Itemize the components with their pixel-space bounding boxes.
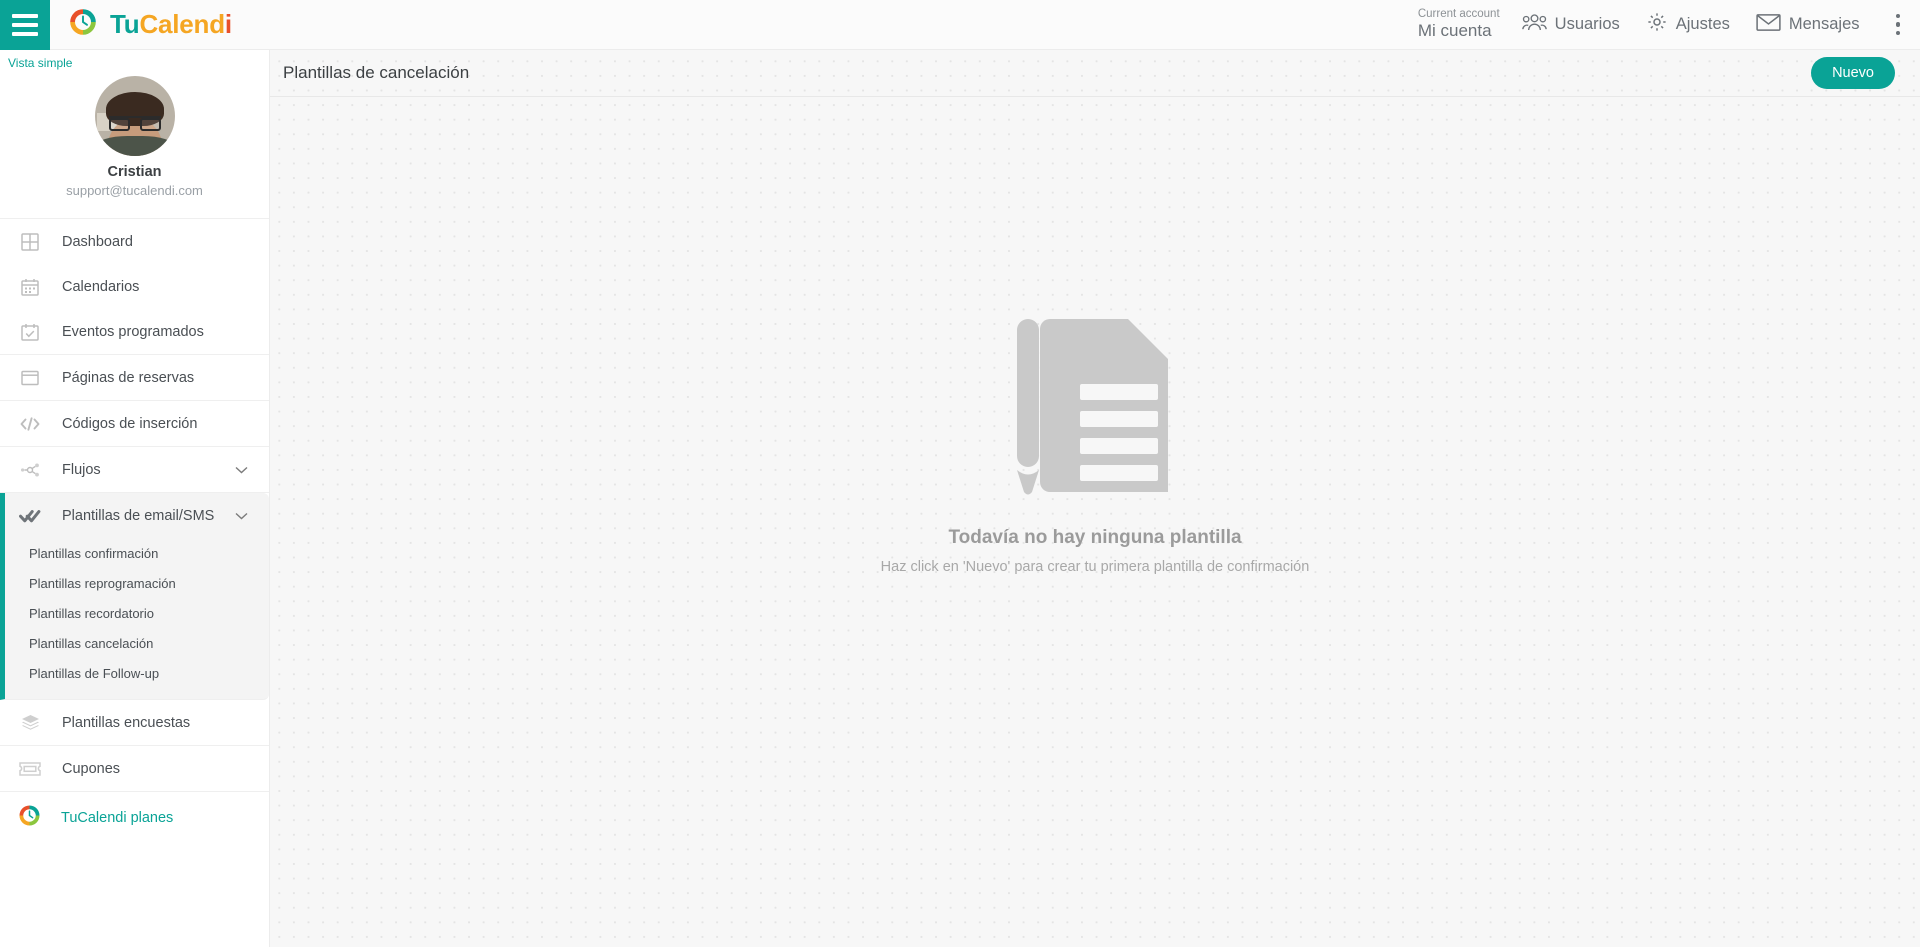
sidebar-item-cupones[interactable]: Cupones (0, 746, 269, 791)
sidebar-item-label: Páginas de reservas (62, 369, 195, 386)
kebab-menu-icon[interactable] (1886, 8, 1911, 42)
sidebar-item-tucalendi-planes[interactable]: TuCalendi planes (0, 792, 269, 844)
kebab-dot (1895, 13, 1900, 19)
sidebar-subitem-plantillas-cancelacion[interactable]: Plantillas cancelación (5, 628, 269, 658)
sidebar-item-label: TuCalendi planes (61, 810, 174, 826)
sidebar-subitem-plantillas-recordatorio[interactable]: Plantillas recordatorio (5, 598, 269, 628)
sidebar-group-embed: Códigos de inserción (0, 401, 269, 447)
calendar-icon (17, 278, 43, 296)
sidebar: Vista simple Cristian support@tucalendi.… (0, 50, 270, 947)
sidebar-item-codigos-de-insercion[interactable]: Códigos de inserción (0, 401, 269, 446)
empty-state-title: Todavía no hay ninguna plantilla (948, 527, 1242, 548)
main-content: Plantillas de cancelación Nuevo Todavía … (270, 50, 1920, 947)
brand-wordmark: TuCalendi (110, 9, 232, 40)
brand-part-3: i (224, 9, 232, 39)
simple-view-link[interactable]: Vista simple (0, 50, 269, 70)
topbar-item-usuarios[interactable]: Usuarios (1521, 13, 1620, 37)
double-check-icon (17, 508, 43, 524)
brand-part-2: Calend (139, 9, 225, 39)
layers-icon (17, 714, 43, 731)
sidebar-item-label: Calendarios (62, 278, 140, 295)
browser-window-icon (17, 370, 43, 386)
sidebar-group-primary: Dashboard Calendarios Eventos programado… (0, 219, 269, 355)
sidebar-item-plantillas-de-email-sms[interactable]: Plantillas de email/SMS (5, 493, 269, 538)
current-account[interactable]: Current account Mi cuenta (1418, 8, 1500, 41)
sidebar-item-plantillas-encuestas[interactable]: Plantillas encuestas (0, 700, 269, 745)
empty-state-subtitle: Haz click en 'Nuevo' para crear tu prime… (880, 559, 1310, 575)
sidebar-item-flujos[interactable]: Flujos (0, 447, 269, 492)
sidebar-item-calendarios[interactable]: Calendarios (0, 264, 269, 309)
sidebar-profile: Cristian support@tucalendi.com (0, 70, 269, 219)
page-title: Plantillas de cancelación (283, 63, 470, 82)
sidebar-item-label: Plantillas encuestas (62, 714, 191, 731)
avatar[interactable] (94, 76, 175, 156)
grid-icon (17, 232, 43, 251)
new-button[interactable]: Nuevo (1811, 57, 1895, 89)
sidebar-group-flujos: Flujos (0, 447, 269, 493)
sidebar-group-cupones: Cupones (0, 746, 269, 792)
kebab-dot (1895, 22, 1900, 27)
sidebar-group-encuestas: Plantillas encuestas (0, 700, 269, 746)
tucalendi-logo-icon (67, 6, 99, 43)
sidebar-item-label: Eventos programados (62, 323, 204, 340)
profile-name: Cristian (107, 164, 162, 180)
gear-icon (1646, 11, 1668, 38)
sidebar-subitem-plantillas-confirmacion[interactable]: Plantillas confirmación (5, 538, 269, 568)
sidebar-item-label: Plantillas de email/SMS (62, 507, 215, 524)
chevron-down-icon[interactable] (235, 461, 248, 479)
tucalendi-logo-icon (17, 803, 42, 833)
flow-nodes-icon (17, 462, 43, 478)
topbar-right-group: Current account Mi cuenta Usuarios Ajust… (1418, 8, 1920, 42)
sidebar-item-label: Dashboard (62, 233, 133, 250)
current-account-label: Current account (1417, 8, 1500, 21)
avatar-body (95, 136, 174, 156)
sidebar-section-plantillas-email-sms: Plantillas de email/SMS Plantillas confi… (0, 493, 269, 700)
empty-state: Todavía no hay ninguna plantilla Haz cli… (270, 97, 1920, 575)
sidebar-item-dashboard[interactable]: Dashboard (0, 219, 269, 264)
topbar-item-label: Ajustes (1675, 15, 1730, 33)
brand-part-1: Tu (110, 9, 140, 39)
document-with-pencil-icon (1000, 312, 1190, 507)
code-brackets-icon (17, 416, 43, 432)
hamburger-bar (12, 22, 38, 27)
topbar-item-mensajes[interactable]: Mensajes (1756, 13, 1860, 37)
sidebar-subitems: Plantillas confirmación Plantillas repro… (5, 538, 269, 699)
sidebar-item-label: Códigos de inserción (62, 415, 198, 432)
profile-email: support@tucalendi.com (66, 183, 203, 198)
ticket-icon (17, 761, 43, 776)
main-header: Plantillas de cancelación Nuevo (270, 50, 1920, 97)
sidebar-item-paginas-de-reservas[interactable]: Páginas de reservas (0, 355, 269, 400)
sidebar-group-booking: Páginas de reservas (0, 355, 269, 401)
sidebar-subitem-plantillas-reprogramacion[interactable]: Plantillas reprogramación (5, 568, 269, 598)
sidebar-item-label: Flujos (62, 461, 101, 478)
current-account-value: Mi cuenta (1417, 21, 1492, 41)
envelope-icon (1756, 13, 1781, 37)
brand-logo[interactable]: TuCalendi (67, 6, 232, 43)
chevron-down-icon[interactable] (235, 507, 248, 525)
kebab-dot (1895, 30, 1900, 36)
sidebar-subitem-plantillas-de-follow-up[interactable]: Plantillas de Follow-up (5, 658, 269, 688)
calendar-check-icon (17, 323, 43, 341)
avatar-glasses (108, 116, 161, 131)
sidebar-item-eventos-programados[interactable]: Eventos programados (0, 309, 269, 354)
topbar-item-ajustes[interactable]: Ajustes (1646, 11, 1730, 38)
topbar-item-label: Usuarios (1554, 15, 1620, 33)
users-icon (1521, 13, 1547, 37)
hamburger-bar (12, 31, 38, 36)
top-bar: TuCalendi Current account Mi cuenta Usua… (0, 0, 1920, 50)
hamburger-bar (12, 13, 38, 18)
hamburger-icon[interactable] (0, 0, 50, 50)
topbar-item-label: Mensajes (1788, 15, 1860, 33)
sidebar-item-label: Cupones (62, 760, 121, 777)
